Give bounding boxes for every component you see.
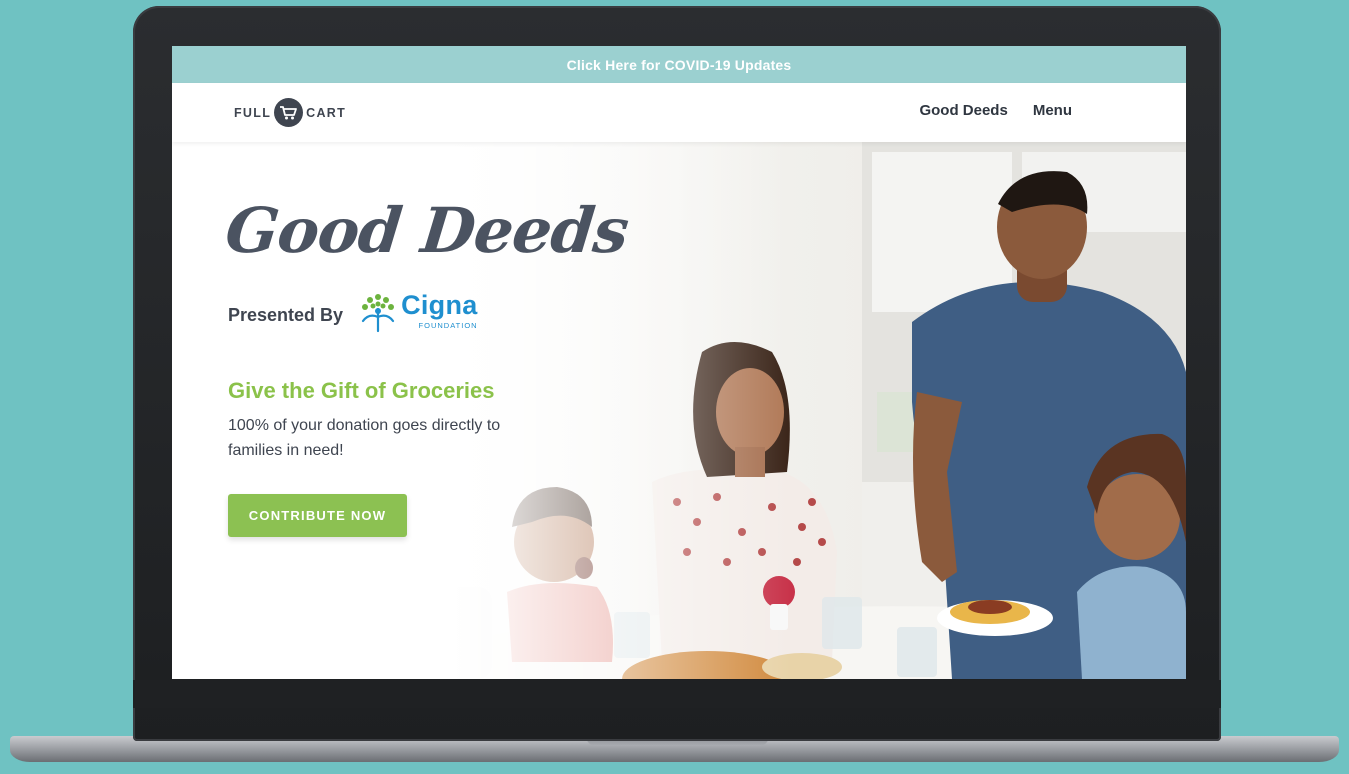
covid-updates-link[interactable]: Click Here for COVID-19 Updates xyxy=(567,57,792,73)
contribute-now-button[interactable]: CONTRIBUTE NOW xyxy=(228,494,407,537)
presented-by-label: Presented By xyxy=(228,305,344,325)
hero-section: Good Deeds Presented By Cigna FOUNDATION… xyxy=(172,142,1186,679)
presented-by-row: Presented By Cigna FOUNDATION xyxy=(228,291,478,340)
hero-tagline: Give the Gift of Groceries xyxy=(228,378,495,403)
hero-description: 100% of your donation goes directly to f… xyxy=(228,417,501,459)
cigna-foundation-logo: Cigna FOUNDATION xyxy=(359,291,478,340)
covid-updates-banner[interactable]: Click Here for COVID-19 Updates xyxy=(172,46,1186,83)
full-cart-logo[interactable]: FULL CART xyxy=(234,97,346,128)
nav-good-deeds-link[interactable]: Good Deeds xyxy=(919,102,1007,119)
sponsor-subtitle: FOUNDATION xyxy=(418,321,478,330)
logo-text-full: FULL xyxy=(234,105,272,120)
shopping-cart-icon xyxy=(274,98,304,127)
page-background: Click Here for COVID-19 Updates FULL CAR… xyxy=(0,0,1349,774)
main-nav: Good Deeds Menu xyxy=(919,102,1072,119)
site-header: FULL CART Good Deeds Menu xyxy=(172,83,1186,142)
laptop-screen: Click Here for COVID-19 Updates FULL CAR… xyxy=(172,46,1186,679)
nav-menu-link[interactable]: Menu xyxy=(1033,102,1072,119)
logo-text-cart: CART xyxy=(306,105,347,120)
page-title: Good Deeds xyxy=(222,194,632,267)
tree-of-life-icon xyxy=(359,291,397,340)
sponsor-name: Cigna xyxy=(401,290,478,320)
laptop-chin xyxy=(133,680,1221,708)
